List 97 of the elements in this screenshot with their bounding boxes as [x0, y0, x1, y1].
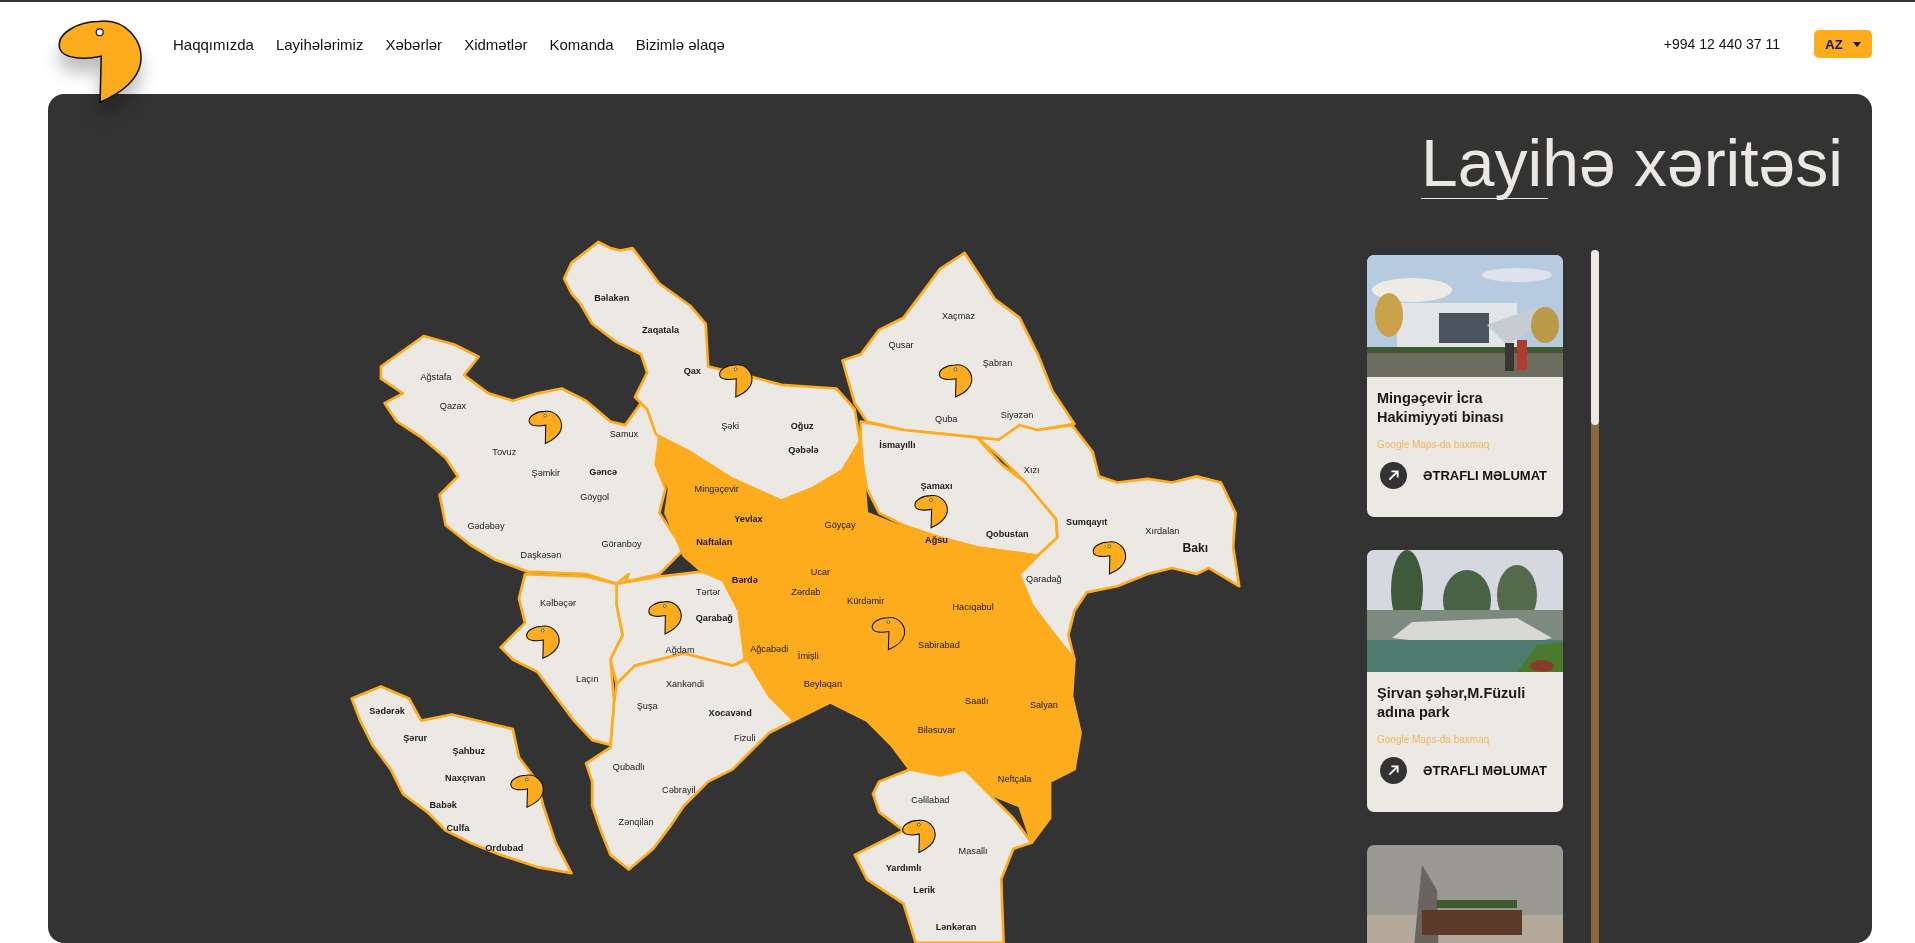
region-label: Mingəçevir [694, 483, 739, 494]
region-label: Ağstafa [420, 372, 452, 383]
region-label: Siyəzən [1000, 410, 1034, 421]
region-label: Xaçmaz [941, 311, 975, 322]
region-label: Lerik [913, 885, 936, 896]
caret-icon [1852, 41, 1861, 47]
region-label: Qəbələ [788, 444, 819, 455]
map-pin-icon[interactable] [871, 617, 906, 651]
region-label: Bakı [1182, 541, 1209, 556]
region-label: Cəbrayil [662, 785, 696, 796]
map-pin-icon[interactable] [526, 625, 560, 660]
nav-link[interactable]: Xidmətlər [464, 35, 528, 53]
region-label: Şamaxı [920, 481, 953, 492]
region-label: Neftçala [997, 774, 1032, 785]
region-label: Zənqilan [618, 817, 654, 828]
region-label: Lənkəran [935, 922, 977, 933]
region-label: Göranboy [601, 538, 642, 549]
region-label: Culfa [446, 823, 470, 834]
region-label: Kəlbəçər [539, 598, 577, 609]
nav-link[interactable]: Bizimlə əlaqə [635, 35, 725, 53]
region-label: Cəlilabad [911, 795, 950, 806]
region-label: Şahbuz [452, 746, 486, 757]
region-label: Bərdə [731, 575, 758, 586]
region-label: Naxçıvan [445, 773, 486, 784]
region-label: Quba [935, 414, 958, 425]
region-label: Qubadlı [612, 762, 645, 773]
region-label: Tovuz [492, 447, 517, 458]
region-label: Qaradağ [1026, 574, 1062, 585]
region-label: Qarabağ [695, 613, 733, 624]
map-pin-icon[interactable] [902, 819, 936, 854]
map-pin-icon[interactable] [1092, 541, 1127, 575]
region-label: Beyləqan [803, 679, 842, 690]
region-label: Sumqayıt [1066, 516, 1108, 527]
map-pin-icon[interactable] [914, 495, 948, 529]
region-label: Bəlakən [594, 293, 630, 304]
nav-link[interactable]: Layihələrimiz [275, 35, 364, 53]
region-label: Ağsu [925, 535, 948, 546]
region-label: Babək [429, 800, 457, 810]
region-label: Salyan [1029, 699, 1058, 710]
map-pin-icon[interactable] [510, 774, 544, 808]
region-label: Fizuli [734, 732, 756, 743]
region-label: Qobustan [985, 528, 1029, 539]
region-label: Şuşa [636, 701, 658, 712]
region-label: Ordubad [485, 842, 524, 853]
region-label: Yardımlı [885, 863, 922, 874]
region-label: Şabran [982, 358, 1013, 369]
region-label: Göygol [580, 492, 610, 503]
region-label: Zaqatala [642, 325, 680, 336]
nav-link[interactable]: Komanda [549, 35, 614, 53]
region-label: Xocavənd [708, 708, 752, 719]
region-label: Qusar [888, 339, 914, 350]
region-label: Sabirabad [918, 640, 960, 651]
map-pin-icon[interactable] [648, 601, 682, 635]
region-label: Oğuz [790, 421, 814, 432]
map-pin-icon[interactable] [719, 364, 753, 398]
region-label: Sədərək [369, 706, 405, 716]
region-label: Kürdəmir [847, 596, 885, 607]
region-label: Gəncə [589, 466, 618, 477]
scrollbar-thumb[interactable] [1591, 250, 1599, 426]
region-label: Şərur [403, 732, 428, 743]
region-label: Ağdam [665, 644, 695, 655]
scrollbar[interactable] [1591, 250, 1599, 943]
region-label: Qax [683, 366, 701, 377]
project-title: Mingəçevir İcra Hakimiyyəti binası [1376, 389, 1505, 427]
region-label: İsmayıllı [879, 439, 916, 450]
details-link[interactable]: ƏTRAFLI MƏLUMAT [1380, 461, 1553, 489]
region-label: Ağcabədi [750, 643, 789, 654]
nav-link[interactable]: Xəbərlər [385, 35, 443, 53]
region-label: Xızı [1023, 465, 1040, 476]
region-label: Yevlax [734, 514, 763, 525]
region-label: Hacıqabul [952, 602, 994, 613]
region-label: Şəmkir [531, 467, 560, 478]
region-label: Göyçay [824, 520, 856, 531]
project-title: Şirvan şəhər,M.Füzuli adına park [1376, 684, 1527, 722]
region-label: Xankəndi [665, 679, 705, 690]
region-label: Masallı [958, 846, 988, 857]
section-title: Layihə xəritəsi [1421, 125, 1843, 202]
region-label: İmişli [797, 651, 819, 662]
region-label: Zərdab [791, 587, 821, 598]
map-pin-icon[interactable] [528, 410, 563, 445]
region-label: Daşkəsən [520, 549, 562, 560]
region-label: Xırdalan [1145, 526, 1180, 537]
region-label: Qazax [439, 400, 467, 411]
region-label: Laçın [576, 674, 599, 685]
region-label: Biləsuvar [917, 725, 956, 736]
nav-link[interactable]: Haqqımızda [173, 35, 254, 53]
region-label: Naftalan [696, 537, 733, 548]
region-label: Tərtər [695, 587, 721, 598]
region-label: Samux [609, 428, 639, 439]
region-label: Saatlı [965, 696, 989, 707]
details-link[interactable]: ƏTRAFLI MƏLUMAT [1380, 756, 1553, 784]
phone-link[interactable]: +994 12 440 37 11 [1663, 36, 1780, 52]
region-label: Gədəbəy [467, 521, 505, 532]
language-button[interactable]: AZ [1814, 30, 1872, 58]
region-label: Şəki [721, 421, 740, 432]
region-label: Ucar [810, 566, 831, 577]
map-pin-icon[interactable] [938, 364, 973, 398]
